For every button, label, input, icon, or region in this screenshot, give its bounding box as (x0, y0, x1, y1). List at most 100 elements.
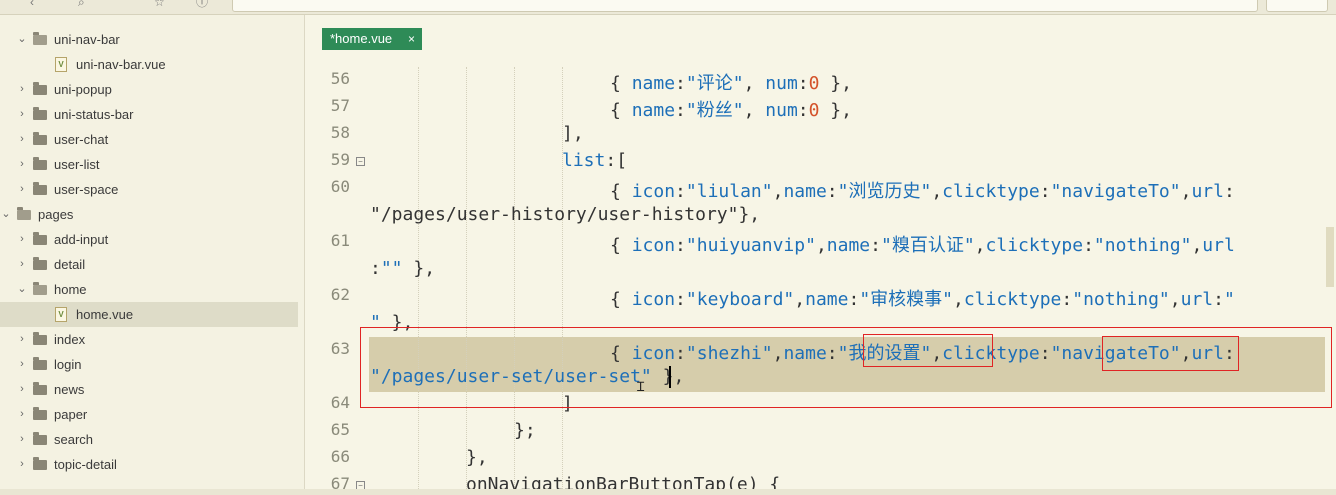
folder-icon (33, 32, 47, 45)
chevron-right-icon[interactable]: › (16, 102, 28, 127)
chevron-right-icon[interactable]: › (16, 352, 28, 377)
annotation-box-clicktype (1102, 336, 1239, 371)
project-explorer: ⌄ uni-nav-bar Vuni-nav-bar.vue › uni-popup › u… (0, 15, 305, 495)
code-line[interactable]: "/pages/user-history/user-history"}, (370, 204, 760, 225)
vue-file-icon: V (55, 57, 67, 72)
code-line[interactable]: { icon:"keyboard",name:"审核糗事",clicktype:… (610, 285, 1235, 311)
sidebar-item-login[interactable]: › login (0, 352, 304, 377)
sidebar-item-index[interactable]: › index (0, 327, 304, 352)
text-cursor (669, 366, 671, 388)
chevron-right-icon[interactable]: › (16, 77, 28, 102)
line-number: 66 (330, 447, 350, 466)
sidebar-item-label: uni-nav-bar (54, 32, 120, 47)
line-number: 59 (330, 150, 350, 169)
chevron-right-icon[interactable]: › (16, 427, 28, 452)
sidebar-item-label: home.vue (76, 307, 134, 322)
fold-toggle-icon[interactable]: − (356, 157, 365, 166)
sidebar-item-user-list[interactable]: › user-list (0, 152, 304, 177)
chevron-down-icon[interactable]: ⌄ (0, 202, 12, 227)
folder-icon (33, 457, 47, 470)
folder-icon (33, 132, 47, 145)
code-line[interactable]: { icon:"huiyuanvip",name:"糗百认证",clicktyp… (610, 231, 1235, 257)
chevron-right-icon[interactable]: › (16, 152, 28, 177)
address-bar[interactable] (232, 0, 1258, 12)
folder-icon (33, 182, 47, 195)
chevron-right-icon[interactable]: › (16, 402, 28, 427)
folder-icon (33, 82, 47, 95)
chevron-right-icon[interactable]: › (16, 177, 28, 202)
folder-icon (33, 407, 47, 420)
sidebar-item-label: detail (54, 257, 86, 272)
folder-icon (17, 207, 31, 220)
folder-icon (33, 382, 47, 395)
sidebar-item-news[interactable]: › news (0, 377, 304, 402)
sidebar-item-user-chat[interactable]: › user-chat (0, 127, 304, 152)
vue-file-icon: V (55, 307, 67, 322)
chevron-down-icon[interactable]: ⌄ (16, 277, 28, 302)
search-icon[interactable]: ⌕ (78, 0, 90, 8)
chevron-down-icon[interactable]: ⌄ (16, 27, 28, 52)
sidebar-item-label: paper (54, 407, 88, 422)
sidebar-item-paper[interactable]: › paper (0, 402, 304, 427)
chevron-right-icon[interactable]: › (16, 227, 28, 252)
line-number: 63 (330, 339, 350, 358)
sidebar-item-topic-detail[interactable]: › topic-detail (0, 452, 304, 477)
folder-icon (33, 357, 47, 370)
sidebar-item-add-input[interactable]: › add-input (0, 227, 304, 252)
sidebar-item-label: user-chat (54, 132, 109, 147)
code-line[interactable]: ], (562, 123, 584, 144)
sidebar-item-uni-popup[interactable]: › uni-popup (0, 77, 304, 102)
code-line[interactable]: { name:"粉丝", num:0 }, (610, 96, 852, 122)
chevron-right-icon[interactable]: › (16, 252, 28, 277)
sidebar-item-search[interactable]: › search (0, 427, 304, 452)
line-number: 62 (330, 285, 350, 304)
chevron-right-icon[interactable]: › (16, 452, 28, 477)
ibeam-icon: Ɪ (637, 379, 645, 394)
folder-icon (33, 232, 47, 245)
tab-label: *home.vue (330, 31, 393, 46)
sidebar-item-label: user-list (54, 157, 100, 172)
vertical-scrollbar[interactable] (1326, 227, 1334, 287)
code-line[interactable]: { name:"评论", num:0 }, (610, 69, 852, 95)
sidebar-item-label: uni-popup (54, 82, 112, 97)
info-icon[interactable]: ⓘ (196, 0, 208, 8)
sidebar-item-home[interactable]: ⌄ home (0, 277, 304, 302)
folder-icon (33, 282, 47, 295)
sidebar-item-detail[interactable]: › detail (0, 252, 304, 277)
star-icon[interactable]: ☆ (154, 0, 166, 8)
code-line[interactable]: }; (514, 420, 536, 441)
sidebar-item-pages[interactable]: ⌄ pages (0, 202, 304, 227)
code-line[interactable]: :"" }, (370, 258, 435, 279)
folder-icon (33, 432, 47, 445)
code-line[interactable]: }, (466, 447, 488, 468)
chevron-right-icon[interactable]: › (16, 377, 28, 402)
toolbar-button[interactable] (1266, 0, 1328, 12)
status-strip (0, 489, 1336, 495)
sidebar-item-label: uni-nav-bar.vue (76, 57, 166, 72)
folder-icon (33, 332, 47, 345)
sidebar-item-label: topic-detail (54, 457, 117, 472)
code-editor[interactable]: *home.vue × 56 57 58 59 60 61 62 63 64 65 66 67− − {… (305, 15, 1336, 495)
tab-home-vue[interactable]: *home.vue × (322, 28, 422, 50)
folder-icon (33, 257, 47, 270)
sidebar-item-uni-nav-bar-vue[interactable]: Vuni-nav-bar.vue (0, 52, 304, 77)
chevron-right-icon[interactable]: › (16, 327, 28, 352)
sidebar-item-label: add-input (54, 232, 109, 247)
sidebar-item-label: uni-status-bar (54, 107, 134, 122)
line-number: 61 (330, 231, 350, 250)
close-icon[interactable]: × (408, 28, 415, 50)
code-line[interactable]: list:[ (562, 150, 627, 171)
code-line[interactable]: { icon:"liulan",name:"浏览历史",clicktype:"n… (610, 177, 1235, 203)
sidebar-item-uni-nav-bar[interactable]: ⌄ uni-nav-bar (0, 27, 304, 52)
indent-guide (418, 67, 419, 495)
folder-icon (33, 157, 47, 170)
back-icon[interactable]: ‹ (30, 0, 42, 8)
chevron-right-icon[interactable]: › (16, 127, 28, 152)
sidebar-item-user-space[interactable]: › user-space (0, 177, 304, 202)
sidebar-item-uni-status-bar[interactable]: › uni-status-bar (0, 102, 304, 127)
toolbar: ‹ ⌕ ☆ ⓘ (0, 0, 1336, 15)
sidebar-item-label: login (54, 357, 82, 372)
folder-icon (33, 107, 47, 120)
annotation-box-name (863, 334, 993, 367)
sidebar-item-home-vue[interactable]: Vhome.vue (0, 302, 298, 327)
